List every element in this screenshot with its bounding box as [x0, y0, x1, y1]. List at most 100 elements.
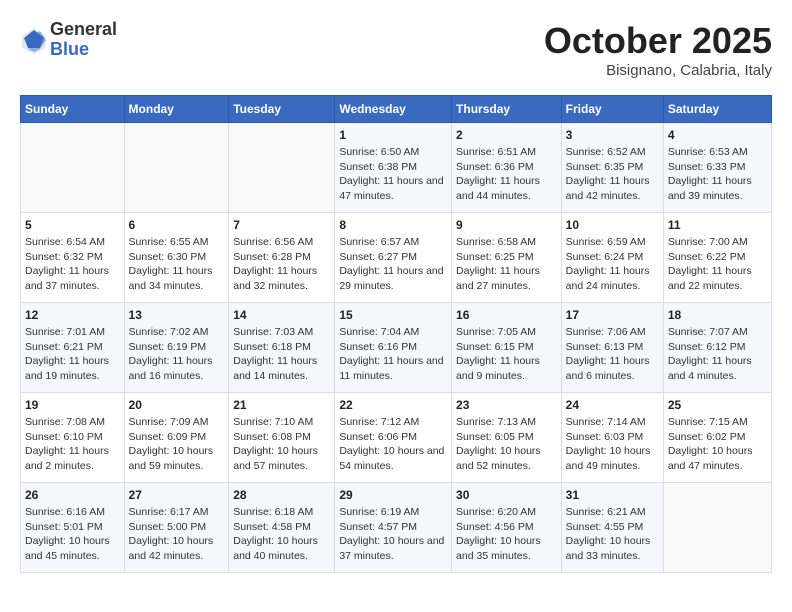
day-number: 12 — [25, 308, 120, 322]
week-row-1: 1Sunrise: 6:50 AM Sunset: 6:38 PM Daylig… — [21, 123, 772, 213]
day-number: 26 — [25, 488, 120, 502]
day-info: Sunrise: 6:20 AM Sunset: 4:56 PM Dayligh… — [456, 505, 557, 564]
table-row: 6 Sunrise: 6:55 AM Sunset: 6:30 PM Daylig… — [124, 213, 229, 303]
title-block: October 2025 Bisignano, Calabria, Italy — [544, 20, 772, 79]
day-info: Sunrise: 6:59 AM Sunset: 6:24 PM Dayligh… — [566, 235, 659, 294]
day-info: Sunrise: 6:54 AM Sunset: 6:32 PM Dayligh… — [25, 235, 120, 294]
day-info: Sunrise: 6:56 AM Sunset: 6:28 PM Dayligh… — [233, 235, 330, 294]
day-info: Sunrise: 6:17 AM Sunset: 5:00 PM Dayligh… — [129, 505, 225, 564]
day-number: 20 — [129, 398, 225, 412]
week-row-4: 19 Sunrise: 7:08 AM Sunset: 6:10 PM Dayli… — [21, 393, 772, 483]
table-row: 25 Sunrise: 7:15 AM Sunset: 6:02 PM Dayli… — [663, 393, 771, 483]
day-number: 6 — [129, 218, 225, 232]
table-row: 27 Sunrise: 6:17 AM Sunset: 5:00 PM Dayli… — [124, 483, 229, 573]
day-number: 5 — [25, 218, 120, 232]
table-row: 13 Sunrise: 7:02 AM Sunset: 6:19 PM Dayli… — [124, 303, 229, 393]
day-info: Sunrise: 7:09 AM Sunset: 6:09 PM Dayligh… — [129, 415, 225, 474]
day-info: Sunrise: 7:05 AM Sunset: 6:15 PM Dayligh… — [456, 325, 557, 384]
day-number: 31 — [566, 488, 659, 502]
day-number: 10 — [566, 218, 659, 232]
day-info: Sunrise: 7:14 AM Sunset: 6:03 PM Dayligh… — [566, 415, 659, 474]
table-row: 31 Sunrise: 6:21 AM Sunset: 4:55 PM Dayli… — [561, 483, 663, 573]
table-row: 2Sunrise: 6:51 AM Sunset: 6:36 PM Daylig… — [452, 123, 562, 213]
table-row: 9Sunrise: 6:58 AM Sunset: 6:25 PM Daylig… — [452, 213, 562, 303]
day-number: 15 — [339, 308, 447, 322]
table-row: 16 Sunrise: 7:05 AM Sunset: 6:15 PM Dayli… — [452, 303, 562, 393]
day-number: 25 — [668, 398, 767, 412]
logo-icon — [20, 26, 48, 54]
table-row: 19 Sunrise: 7:08 AM Sunset: 6:10 PM Dayli… — [21, 393, 125, 483]
day-info: Sunrise: 7:08 AM Sunset: 6:10 PM Dayligh… — [25, 415, 120, 474]
day-number: 19 — [25, 398, 120, 412]
day-number: 27 — [129, 488, 225, 502]
table-row: 11Sunrise: 7:00 AM Sunset: 6:22 PM Dayli… — [663, 213, 771, 303]
table-row: 15 Sunrise: 7:04 AM Sunset: 6:16 PM Dayli… — [335, 303, 452, 393]
day-info: Sunrise: 7:04 AM Sunset: 6:16 PM Dayligh… — [339, 325, 447, 384]
table-row: 18 Sunrise: 7:07 AM Sunset: 6:12 PM Dayli… — [663, 303, 771, 393]
logo-blue-text: Blue — [50, 40, 117, 60]
day-info: Sunrise: 7:07 AM Sunset: 6:12 PM Dayligh… — [668, 325, 767, 384]
table-row: 21Sunrise: 7:10 AM Sunset: 6:08 PM Dayli… — [229, 393, 335, 483]
table-row: 22 Sunrise: 7:12 AM Sunset: 6:06 PM Dayli… — [335, 393, 452, 483]
location-subtitle: Bisignano, Calabria, Italy — [544, 62, 772, 79]
header-friday: Friday — [561, 96, 663, 123]
table-row: 28Sunrise: 6:18 AM Sunset: 4:58 PM Dayli… — [229, 483, 335, 573]
table-row: 17 Sunrise: 7:06 AM Sunset: 6:13 PM Dayli… — [561, 303, 663, 393]
day-info: Sunrise: 6:16 AM Sunset: 5:01 PM Dayligh… — [25, 505, 120, 564]
table-row: 10 Sunrise: 6:59 AM Sunset: 6:24 PM Dayli… — [561, 213, 663, 303]
header-tuesday: Tuesday — [229, 96, 335, 123]
week-row-5: 26 Sunrise: 6:16 AM Sunset: 5:01 PM Dayli… — [21, 483, 772, 573]
logo-text: General Blue — [50, 20, 117, 60]
day-info: Sunrise: 7:01 AM Sunset: 6:21 PM Dayligh… — [25, 325, 120, 384]
table-row: 8 Sunrise: 6:57 AM Sunset: 6:27 PM Daylig… — [335, 213, 452, 303]
table-row — [124, 123, 229, 213]
day-info: Sunrise: 7:06 AM Sunset: 6:13 PM Dayligh… — [566, 325, 659, 384]
day-number: 22 — [339, 398, 447, 412]
day-number: 8 — [339, 218, 447, 232]
day-info: Sunrise: 6:19 AM Sunset: 4:57 PM Dayligh… — [339, 505, 447, 564]
day-number: 29 — [339, 488, 447, 502]
table-row: 23Sunrise: 7:13 AM Sunset: 6:05 PM Dayli… — [452, 393, 562, 483]
table-row — [663, 483, 771, 573]
day-info: Sunrise: 7:15 AM Sunset: 6:02 PM Dayligh… — [668, 415, 767, 474]
day-number: 17 — [566, 308, 659, 322]
table-row: 14 Sunrise: 7:03 AM Sunset: 6:18 PM Dayli… — [229, 303, 335, 393]
day-info: Sunrise: 6:50 AM Sunset: 6:38 PM Dayligh… — [339, 145, 447, 204]
day-info: Sunrise: 7:12 AM Sunset: 6:06 PM Dayligh… — [339, 415, 447, 474]
table-row: 5 Sunrise: 6:54 AM Sunset: 6:32 PM Daylig… — [21, 213, 125, 303]
day-number: 30 — [456, 488, 557, 502]
table-row: 26 Sunrise: 6:16 AM Sunset: 5:01 PM Dayli… — [21, 483, 125, 573]
day-number: 14 — [233, 308, 330, 322]
day-info: Sunrise: 6:57 AM Sunset: 6:27 PM Dayligh… — [339, 235, 447, 294]
day-info: Sunrise: 6:52 AM Sunset: 6:35 PM Dayligh… — [566, 145, 659, 204]
day-info: Sunrise: 7:00 AM Sunset: 6:22 PM Dayligh… — [668, 235, 767, 294]
day-number: 18 — [668, 308, 767, 322]
month-title: October 2025 — [544, 20, 772, 62]
week-row-3: 12 Sunrise: 7:01 AM Sunset: 6:21 PM Dayli… — [21, 303, 772, 393]
calendar-body: 1Sunrise: 6:50 AM Sunset: 6:38 PM Daylig… — [21, 123, 772, 573]
table-row: 30 Sunrise: 6:20 AM Sunset: 4:56 PM Dayli… — [452, 483, 562, 573]
day-info: Sunrise: 6:18 AM Sunset: 4:58 PM Dayligh… — [233, 505, 330, 564]
day-number: 13 — [129, 308, 225, 322]
header-saturday: Saturday — [663, 96, 771, 123]
header-row: SundayMondayTuesdayWednesdayThursdayFrid… — [21, 96, 772, 123]
calendar-table: SundayMondayTuesdayWednesdayThursdayFrid… — [20, 95, 772, 573]
day-info: Sunrise: 7:02 AM Sunset: 6:19 PM Dayligh… — [129, 325, 225, 384]
day-info: Sunrise: 6:53 AM Sunset: 6:33 PM Dayligh… — [668, 145, 767, 204]
day-info: Sunrise: 6:21 AM Sunset: 4:55 PM Dayligh… — [566, 505, 659, 564]
table-row: 1Sunrise: 6:50 AM Sunset: 6:38 PM Daylig… — [335, 123, 452, 213]
week-row-2: 5 Sunrise: 6:54 AM Sunset: 6:32 PM Daylig… — [21, 213, 772, 303]
table-row: 24Sunrise: 7:14 AM Sunset: 6:03 PM Dayli… — [561, 393, 663, 483]
day-info: Sunrise: 7:03 AM Sunset: 6:18 PM Dayligh… — [233, 325, 330, 384]
header-monday: Monday — [124, 96, 229, 123]
day-number: 16 — [456, 308, 557, 322]
logo-general-text: General — [50, 20, 117, 40]
table-row: 12 Sunrise: 7:01 AM Sunset: 6:21 PM Dayli… — [21, 303, 125, 393]
table-row: 3Sunrise: 6:52 AM Sunset: 6:35 PM Daylig… — [561, 123, 663, 213]
table-row: 7 Sunrise: 6:56 AM Sunset: 6:28 PM Daylig… — [229, 213, 335, 303]
table-row: 29 Sunrise: 6:19 AM Sunset: 4:57 PM Dayli… — [335, 483, 452, 573]
day-info: Sunrise: 6:55 AM Sunset: 6:30 PM Dayligh… — [129, 235, 225, 294]
day-number: 7 — [233, 218, 330, 232]
day-number: 2 — [456, 128, 557, 142]
calendar-header: SundayMondayTuesdayWednesdayThursdayFrid… — [21, 96, 772, 123]
